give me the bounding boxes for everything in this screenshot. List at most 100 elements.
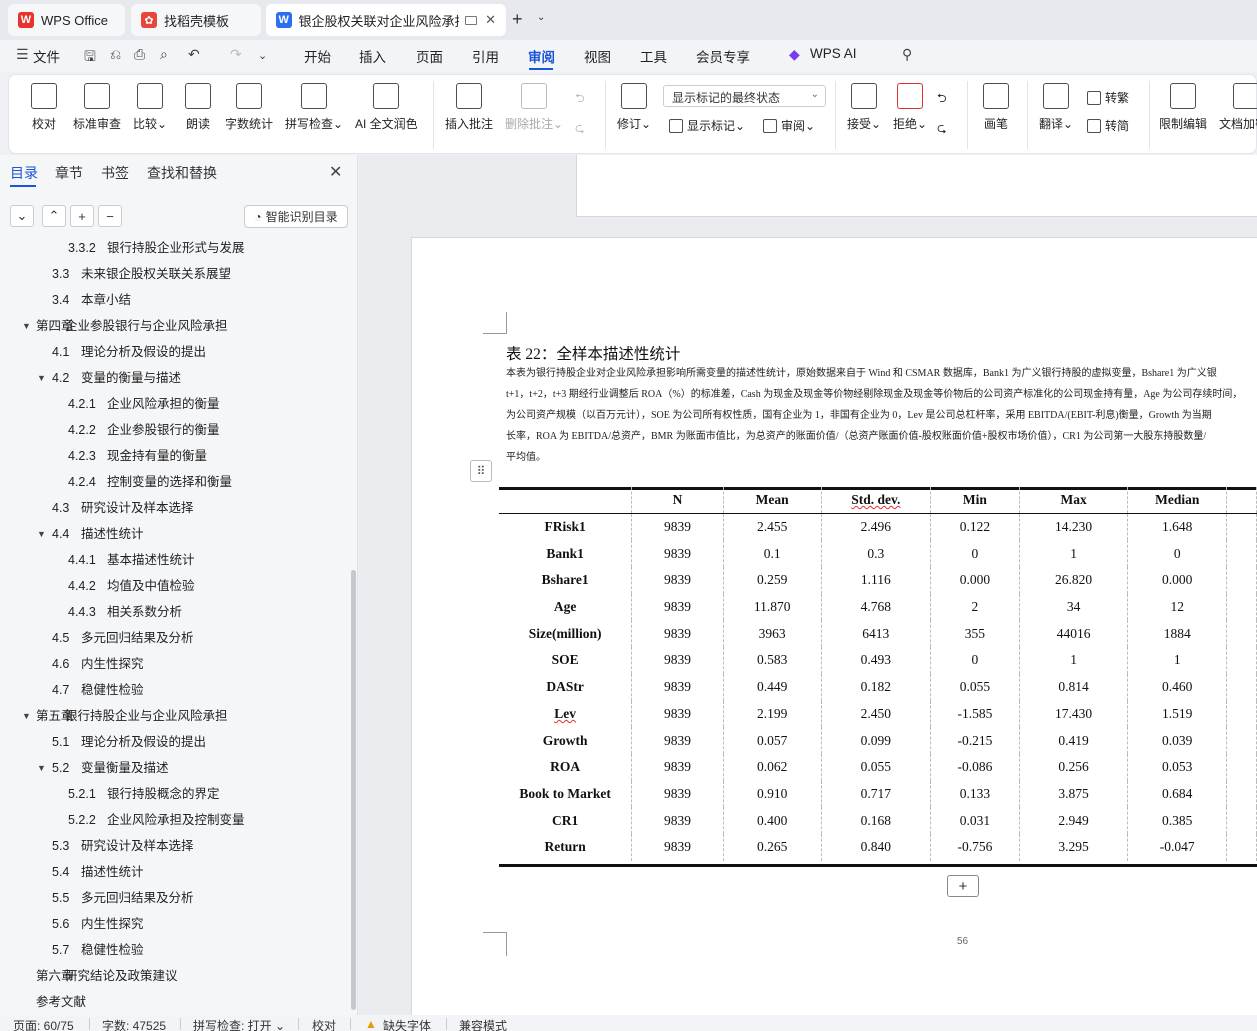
monitor-icon[interactable]	[465, 15, 478, 25]
table-cell[interactable]	[1226, 780, 1257, 808]
redo-icon[interactable]: ↷	[230, 46, 242, 63]
table-cell[interactable]: 0.182	[821, 673, 932, 701]
menu-file[interactable]: 文件	[33, 46, 60, 66]
menu-icon[interactable]: ☰	[16, 46, 29, 63]
table-cell[interactable]: 0.265	[723, 833, 822, 861]
menu-tools[interactable]: 工具	[640, 46, 667, 66]
table-cell[interactable]: 2.199	[723, 700, 822, 728]
tab-bookmarks[interactable]: 书签	[101, 163, 129, 183]
ai-polish-button[interactable]: AI 全文润色	[355, 83, 418, 132]
table-cell[interactable]: 14.230	[1019, 513, 1129, 541]
proofread-button[interactable]: 校对	[31, 83, 57, 132]
table-cell[interactable]: 0.3	[821, 540, 932, 568]
table-cell[interactable]: 9839	[631, 647, 724, 674]
tab-docer[interactable]: ✿ 找稻壳模板	[131, 4, 261, 36]
row-label[interactable]: Return	[499, 833, 633, 861]
toc-item[interactable]: 5.4 描述性统计	[0, 862, 350, 882]
row-label[interactable]: ROA	[499, 753, 633, 781]
table-cell[interactable]: 0.062	[723, 753, 822, 781]
expand-arrow-icon[interactable]: ▼	[22, 706, 31, 726]
toc-item[interactable]: 参考文献	[0, 992, 350, 1012]
table-cell[interactable]	[1226, 513, 1257, 541]
tab-toc[interactable]: 目录	[10, 163, 38, 183]
toc-item[interactable]: 4.3 研究设计及样本选择	[0, 498, 350, 518]
toc-item[interactable]: 4.2.1 企业风险承担的衡量	[0, 394, 350, 414]
menu-review[interactable]: 审阅	[528, 46, 555, 66]
table-cell[interactable]: 2	[930, 593, 1020, 621]
row-label[interactable]: FRisk1	[499, 513, 633, 541]
reject-button[interactable]: 拒绝⌄	[893, 83, 927, 132]
word-count-button[interactable]: 字数统计	[225, 83, 273, 132]
status-missing-font[interactable]: 缺失字体	[383, 1017, 431, 1031]
row-label[interactable]: Size(million)	[499, 620, 633, 648]
toc-item[interactable]: 5.1 理论分析及假设的提出	[0, 732, 350, 752]
table-cell[interactable]: 0.000	[1127, 567, 1228, 594]
table-cell[interactable]: 0.1	[723, 540, 822, 568]
toc-item[interactable]: 4.1 理论分析及假设的提出	[0, 342, 350, 362]
table-cell[interactable]: 0.057	[723, 727, 822, 754]
toc-item[interactable]: 5.5 多元回归结果及分析	[0, 888, 350, 908]
table-cell[interactable]: 0.039	[1127, 727, 1228, 754]
toc-item[interactable]: 4.2.3 现金持有量的衡量	[0, 446, 350, 466]
table-cell[interactable]	[1226, 727, 1257, 754]
table-cell[interactable]: 2.949	[1019, 807, 1129, 834]
toc-item[interactable]: 4.6 内生性探究	[0, 654, 350, 674]
toc-item[interactable]: 3.4 本章小结	[0, 290, 350, 310]
table-cell[interactable]: 1.519	[1127, 700, 1228, 728]
toc-item[interactable]: 4.2.4 控制变量的选择和衡量	[0, 472, 350, 492]
menu-wps-ai[interactable]: WPS AI	[810, 46, 857, 61]
table-cell[interactable]: 9839	[631, 673, 724, 701]
status-spell-check[interactable]: 拼写检查: 打开 ⌄	[193, 1017, 285, 1031]
table-cell[interactable]	[1226, 833, 1257, 861]
table-cell[interactable]: 0.122	[930, 513, 1020, 541]
table-cell[interactable]: 0.684	[1127, 780, 1228, 808]
table-cell[interactable]	[1226, 673, 1257, 701]
table-cell[interactable]: 1	[1127, 647, 1228, 674]
to-traditional-button[interactable]: 转繁	[1087, 89, 1129, 106]
table-cell[interactable]: 0	[930, 647, 1020, 674]
table-cell[interactable]: 0.055	[930, 673, 1020, 701]
accept-button[interactable]: 接受⌄	[847, 83, 881, 132]
translate-button[interactable]: 翻译⌄	[1039, 83, 1073, 132]
toc-item[interactable]: 第六章 研究结论及政策建议	[0, 966, 350, 986]
delete-comment-button[interactable]: 删除批注⌄	[505, 83, 563, 132]
compare-button[interactable]: 比较⌄	[133, 83, 167, 132]
table-cell[interactable]: 4.768	[821, 593, 932, 621]
sidebar-scrollbar[interactable]	[351, 570, 356, 1010]
row-label[interactable]: Bshare1	[499, 567, 633, 594]
table-cell[interactable]: -0.047	[1127, 833, 1228, 861]
table-cell[interactable]: 0.419	[1019, 727, 1129, 754]
toc-item[interactable]: ▼ 5.2 变量衡量及描述	[0, 758, 350, 778]
table-cell[interactable]: 12	[1127, 593, 1228, 621]
tab-document[interactable]: W 银企股权关联对企业风险承担影 ✕	[266, 4, 506, 36]
table-cell[interactable]: 1884	[1127, 620, 1228, 648]
encrypt-button[interactable]: 文档加密	[1219, 83, 1257, 132]
table-cell[interactable]: 11.870	[723, 593, 822, 621]
menu-view[interactable]: 视图	[584, 46, 611, 66]
read-aloud-button[interactable]: 朗读	[185, 83, 211, 132]
table-cell[interactable]: 0.449	[723, 673, 822, 701]
toc-item[interactable]: ▼ 第五章 银行持股企业与企业风险承担	[0, 706, 350, 726]
next-comment-icon[interactable]: ⮎	[575, 119, 585, 140]
add-heading-button[interactable]: +	[70, 205, 94, 227]
row-label[interactable]: DAStr	[499, 673, 633, 701]
undo-history-icon[interactable]: ⎌	[110, 46, 121, 63]
toc-item[interactable]: 4.4.1 基本描述性统计	[0, 550, 350, 570]
toc-item[interactable]: 4.7 稳健性检验	[0, 680, 350, 700]
table-cell[interactable]: 9839	[631, 540, 724, 568]
row-label[interactable]: Growth	[499, 727, 633, 754]
new-tab-icon[interactable]: +	[512, 9, 523, 30]
toc-item[interactable]: 3.3.2 银行持股企业形式与发展	[0, 238, 350, 258]
table-cell[interactable]: 1	[1019, 647, 1129, 674]
table-cell[interactable]	[1226, 647, 1257, 674]
table-cell[interactable]	[1226, 567, 1257, 594]
row-label[interactable]: Lev	[499, 700, 633, 728]
expand-arrow-icon[interactable]: ▼	[37, 524, 46, 544]
table-cell[interactable]: 2.450	[821, 700, 932, 728]
table-cell[interactable]: 0.717	[821, 780, 932, 808]
toc-item[interactable]: 4.5 多元回归结果及分析	[0, 628, 350, 648]
table-cell[interactable]: 1.116	[821, 567, 932, 594]
expand-arrow-icon[interactable]: ▼	[37, 758, 46, 778]
remove-heading-button[interactable]: −	[98, 205, 122, 227]
table-cell[interactable]: 9839	[631, 833, 724, 861]
